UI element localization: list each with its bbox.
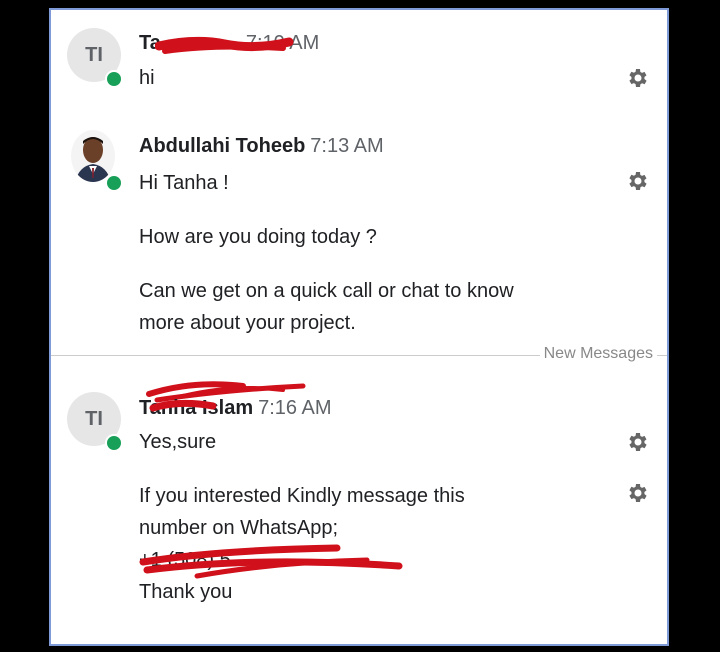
phone-number-text: +1 (508) 5 bbox=[139, 549, 231, 571]
message-text: How are you doing today ? bbox=[139, 226, 377, 248]
online-status-dot bbox=[105, 70, 123, 88]
message-time: 7:13 AM bbox=[310, 135, 384, 157]
gear-icon[interactable] bbox=[625, 66, 649, 90]
online-status-dot bbox=[105, 174, 123, 192]
message-text: Thank you bbox=[139, 581, 233, 603]
message-text: Hi Tanha ! bbox=[139, 172, 229, 194]
message-text: Can we get on a quick call or chat to kn… bbox=[139, 280, 514, 302]
sender-name: Ta 7:10 AM bbox=[139, 32, 319, 55]
sender-name-text: Abdullahi Toheeb bbox=[139, 135, 306, 157]
message-time: 7:16 AM bbox=[258, 397, 332, 419]
sender-name-text: Ta bbox=[139, 32, 161, 54]
message-text: hi bbox=[139, 67, 155, 89]
gear-icon[interactable] bbox=[625, 430, 649, 454]
message-text: Yes,sure bbox=[139, 431, 217, 453]
gear-icon[interactable] bbox=[625, 169, 649, 193]
sender-name: Tanha Islam 7:16 AM bbox=[139, 397, 332, 420]
avatar-photo[interactable] bbox=[71, 130, 115, 182]
message-text: If you interested Kindly message this bbox=[139, 485, 465, 507]
sender-name: Abdullahi Toheeb 7:13 AM bbox=[139, 135, 384, 158]
chat-window: TI Ta 7:10 AM hi Abdullahi Toheeb 7:13 A… bbox=[49, 8, 669, 646]
message-time: 7:10 AM bbox=[245, 32, 320, 54]
message-text: more about your project. bbox=[139, 312, 356, 334]
online-status-dot bbox=[105, 434, 123, 452]
sender-name-text: Tanha Islam bbox=[139, 397, 254, 419]
message-text: number on WhatsApp; bbox=[139, 517, 338, 539]
new-messages-label: New Messages bbox=[539, 345, 657, 363]
gear-icon[interactable] bbox=[625, 481, 649, 505]
